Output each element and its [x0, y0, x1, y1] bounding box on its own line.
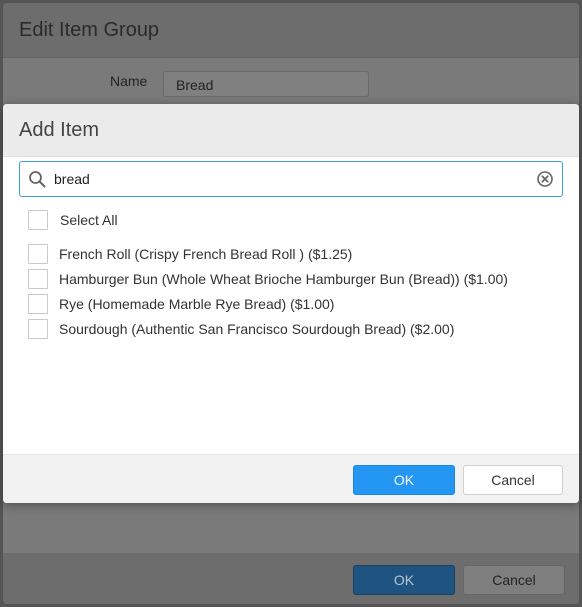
add-item-header: Add Item [3, 104, 579, 157]
list-item[interactable]: Rye (Homemade Marble Rye Bread) ($1.00) [28, 293, 334, 315]
edit-item-group-header: Edit Item Group [3, 3, 579, 58]
clear-icon[interactable] [537, 171, 553, 187]
background-cancel-button: Cancel [463, 565, 565, 595]
background-ok-button: OK [353, 565, 455, 595]
item-checkbox[interactable] [28, 319, 48, 339]
add-item-title: Add Item [19, 119, 100, 141]
select-all-label: Select All [60, 212, 118, 228]
search-box [19, 161, 563, 197]
edit-item-group-title: Edit Item Group [19, 19, 160, 41]
name-field: Bread [163, 71, 369, 97]
item-label: Rye (Homemade Marble Rye Bread) ($1.00) [59, 296, 335, 312]
search-icon [29, 171, 46, 188]
list-item[interactable]: Hamburger Bun (Whole Wheat Brioche Hambu… [28, 268, 508, 290]
name-label: Name [110, 73, 148, 89]
select-all-row[interactable]: Select All [28, 209, 118, 231]
item-checkbox[interactable] [28, 294, 48, 314]
cancel-button[interactable]: Cancel [463, 465, 563, 495]
add-item-footer: OK Cancel [3, 454, 579, 503]
select-all-checkbox[interactable] [28, 210, 48, 230]
item-label: Sourdough (Authentic San Francisco Sourd… [59, 321, 455, 337]
list-item[interactable]: French Roll (Crispy French Bread Roll ) … [28, 243, 352, 265]
item-label: Hamburger Bun (Whole Wheat Brioche Hambu… [59, 271, 508, 287]
item-checkbox[interactable] [28, 269, 48, 289]
add-item-dialog: Add Item Select All French Roll (Crispy … [3, 104, 579, 503]
item-label: French Roll (Crispy French Bread Roll ) … [59, 246, 353, 262]
item-checkbox[interactable] [28, 244, 48, 264]
list-item[interactable]: Sourdough (Authentic San Francisco Sourd… [28, 318, 454, 340]
ok-button[interactable]: OK [353, 465, 455, 495]
search-input[interactable] [54, 168, 524, 190]
